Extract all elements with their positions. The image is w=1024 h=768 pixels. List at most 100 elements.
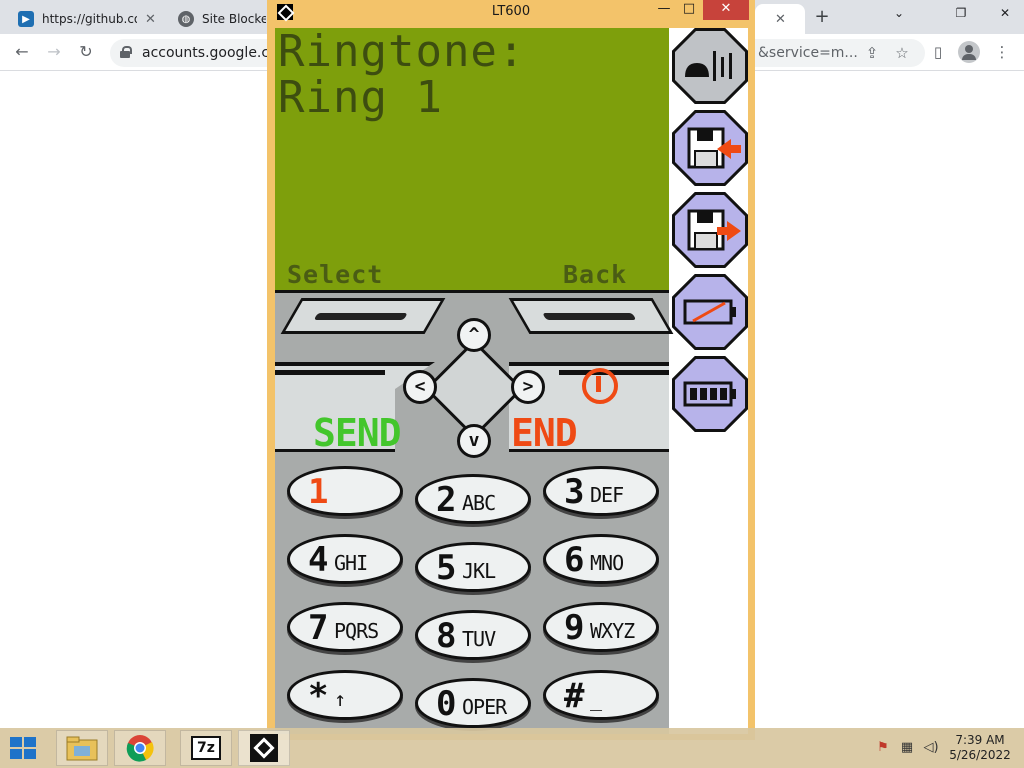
key-letters: ↑ — [334, 687, 346, 711]
load-disk-icon — [687, 127, 741, 169]
key-digit: 3 — [564, 472, 585, 512]
taskbar-clock[interactable]: 7:39 AM 5/26/2022 — [946, 733, 1014, 763]
battery-empty-button[interactable] — [672, 274, 748, 350]
save-disk-icon — [687, 209, 741, 251]
no-battery-icon — [683, 299, 736, 325]
tab-title: Site Blocked — [202, 12, 266, 26]
emulator-icon[interactable] — [238, 730, 290, 766]
screen-line-1: Ringtone: — [278, 28, 526, 77]
key-letters: MNO — [590, 551, 624, 575]
signal-tool-button[interactable] — [672, 28, 748, 104]
key-letters: TUV — [462, 627, 496, 651]
windows-start-icon[interactable] — [10, 737, 38, 761]
key-digit: # — [564, 676, 585, 716]
key-digit: 1 — [308, 472, 329, 512]
dpad-down-icon[interactable]: v — [457, 424, 491, 458]
key-star[interactable]: * ↑ — [287, 670, 403, 720]
key-digit: 0 — [436, 684, 457, 724]
clock-time: 7:39 AM — [955, 733, 1005, 747]
phone-body: Ringtone: Ring 1 Select Back SEND END ^ … — [275, 28, 674, 734]
signal-icon — [685, 51, 732, 81]
emulator-titlebar[interactable]: LT600 — □ ✕ — [267, 0, 755, 24]
key-letters: JKL — [462, 559, 496, 583]
key-hash[interactable]: # _ — [543, 670, 659, 720]
key-digit: 7 — [308, 608, 329, 648]
side-panel-icon[interactable]: ▯ — [928, 42, 948, 62]
tab-title: https://github.com/ — [42, 12, 137, 26]
clock-date: 5/26/2022 — [949, 748, 1011, 762]
7zip-label: 7z — [191, 736, 221, 760]
lock-icon — [120, 46, 132, 59]
avatar[interactable] — [958, 41, 980, 63]
video-icon: ▶ — [18, 11, 34, 27]
globe-icon: ◍ — [178, 11, 194, 27]
key-3[interactable]: 3 DEF — [543, 466, 659, 516]
key-digit: 2 — [436, 480, 457, 520]
battery-full-button[interactable] — [672, 356, 748, 432]
back-arrow-icon[interactable]: ← — [12, 42, 32, 62]
key-digit: 4 — [308, 540, 329, 580]
lcd-border — [275, 290, 669, 293]
chevron-down-icon[interactable]: ⌄ — [884, 3, 914, 23]
key-6[interactable]: 6 MNO — [543, 534, 659, 584]
maximize-button[interactable]: □ — [677, 0, 701, 20]
7zip-icon[interactable]: 7z — [180, 730, 232, 766]
key-letters: PQRS — [334, 619, 379, 643]
dpad[interactable]: ^ v < > — [399, 314, 549, 464]
reload-icon[interactable]: ↻ — [76, 42, 96, 62]
tab-site-blocked[interactable]: ◍ Site Blocked — [170, 4, 270, 34]
key-letters: WXYZ — [590, 619, 635, 643]
key-5[interactable]: 5 JKL — [415, 542, 531, 592]
key-letters: OPER — [462, 695, 507, 719]
volume-icon[interactable]: ◁) — [922, 740, 940, 756]
send-button[interactable]: SEND — [313, 411, 402, 455]
key-digit: 9 — [564, 608, 585, 648]
forward-arrow-icon[interactable]: → — [44, 42, 64, 62]
load-state-button[interactable] — [672, 110, 748, 186]
close-icon[interactable]: ✕ — [145, 12, 156, 27]
new-tab-button[interactable]: + — [812, 6, 832, 28]
tab-active[interactable]: ✕ — [755, 4, 805, 34]
key-0[interactable]: 0 OPER — [415, 678, 531, 728]
key-letters: ABC — [462, 491, 496, 515]
power-icon[interactable] — [582, 368, 618, 404]
file-explorer-icon[interactable] — [56, 730, 108, 766]
restore-button[interactable]: ❐ — [946, 3, 976, 23]
key-letters: DEF — [590, 483, 624, 507]
key-1[interactable]: 1 — [287, 466, 403, 516]
key-2[interactable]: 2 ABC — [415, 474, 531, 524]
key-4[interactable]: 4 GHI — [287, 534, 403, 584]
lcd-screen: Ringtone: Ring 1 Select Back — [275, 28, 669, 290]
battery-full-icon — [683, 381, 736, 407]
right-softkey-label: Back — [563, 260, 628, 289]
key-7[interactable]: 7 PQRS — [287, 602, 403, 652]
key-digit: 5 — [436, 548, 457, 588]
key-letters: GHI — [334, 551, 368, 575]
emulator-window: LT600 — □ ✕ Ringtone: Ring 1 Select Back — [267, 0, 755, 740]
star-icon[interactable]: ☆ — [892, 43, 912, 63]
url-text-tail: &service=m... — [758, 45, 858, 61]
minimize-button[interactable]: — — [653, 0, 675, 20]
key-letters: _ — [590, 687, 602, 711]
close-button[interactable]: ✕ — [703, 0, 749, 20]
save-state-button[interactable] — [672, 192, 748, 268]
key-digit: 6 — [564, 540, 585, 580]
tab-github[interactable]: ▶ https://github.com/ ✕ — [10, 4, 170, 34]
dpad-up-icon[interactable]: ^ — [457, 318, 491, 352]
emulator-client: Ringtone: Ring 1 Select Back SEND END ^ … — [275, 28, 748, 734]
dpad-right-icon[interactable]: > — [511, 370, 545, 404]
key-8[interactable]: 8 TUV — [415, 610, 531, 660]
dpad-left-icon[interactable]: < — [403, 370, 437, 404]
close-icon[interactable]: ✕ — [775, 12, 786, 27]
share-icon[interactable]: ⇪ — [862, 43, 882, 63]
left-softkey-label: Select — [287, 260, 384, 289]
network-icon[interactable]: ▦ — [898, 740, 916, 756]
close-window-button[interactable]: ✕ — [990, 3, 1020, 23]
key-digit: 8 — [436, 616, 457, 656]
key-9[interactable]: 9 WXYZ — [543, 602, 659, 652]
flag-icon[interactable]: ⚑ — [874, 740, 892, 756]
taskbar: 7z ⚑ ▦ ◁) 7:39 AM 5/26/2022 — [0, 728, 1024, 768]
chrome-icon[interactable] — [114, 730, 166, 766]
key-digit: * — [308, 676, 329, 716]
menu-dots-icon[interactable]: ⋮ — [992, 42, 1012, 62]
